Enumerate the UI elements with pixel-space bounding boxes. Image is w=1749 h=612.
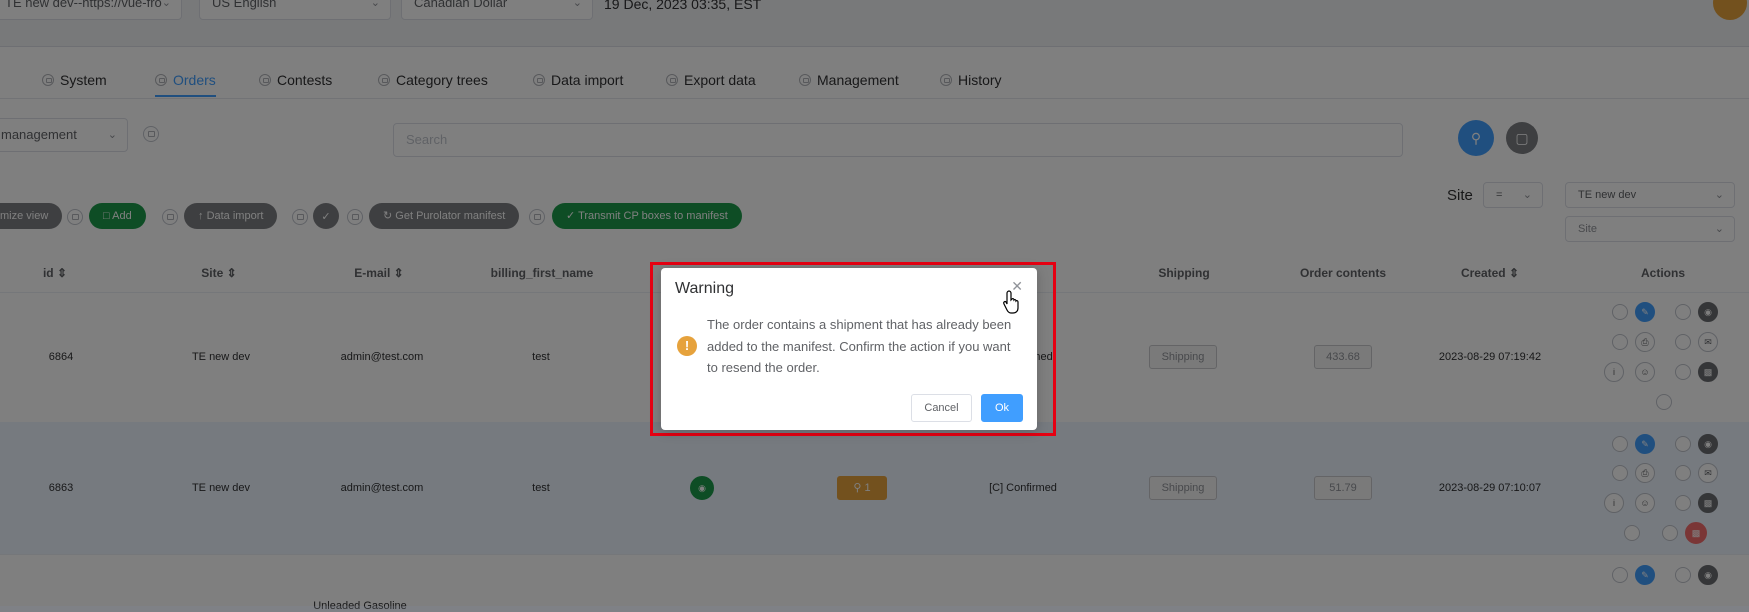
- hand-cursor-icon: [1003, 290, 1019, 314]
- cancel-button[interactable]: Cancel: [911, 394, 972, 422]
- warning-icon: !: [677, 336, 697, 356]
- dialog-title: Warning: [675, 280, 734, 297]
- warning-dialog: Warning ✕ ! The order contains a shipmen…: [661, 268, 1037, 430]
- dialog-message: The order contains a shipment that has a…: [707, 317, 1012, 375]
- ok-button[interactable]: Ok: [981, 394, 1023, 422]
